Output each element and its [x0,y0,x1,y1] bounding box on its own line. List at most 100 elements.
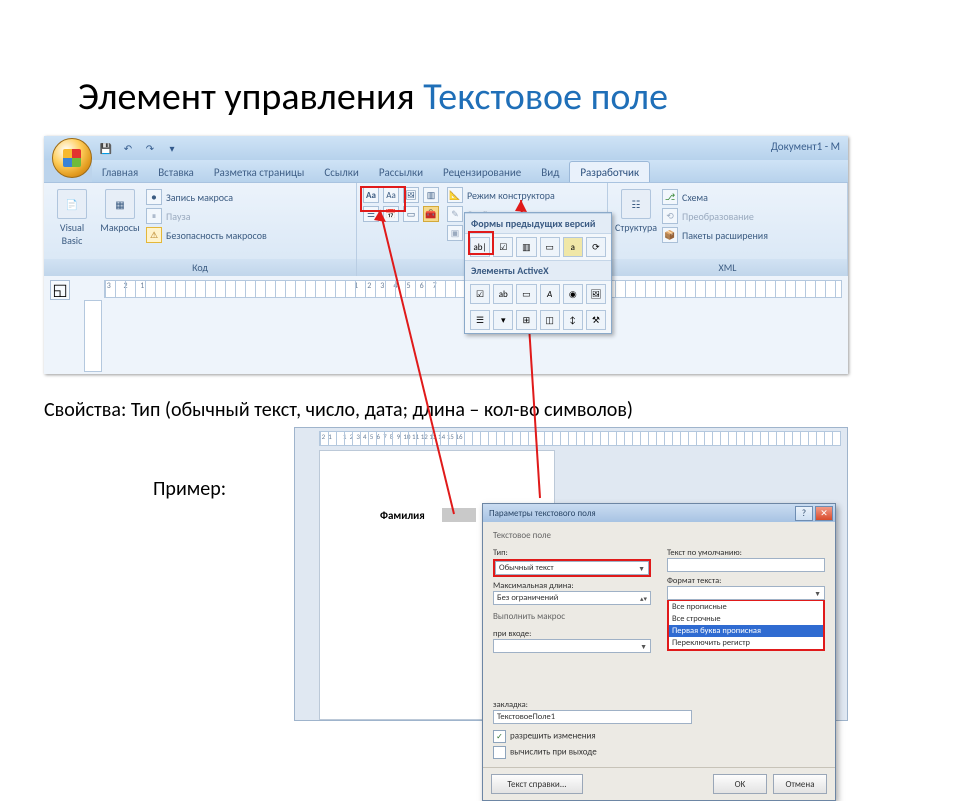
legacy-tools-dropdown: Формы предыдущих версий ab| ☑ ▥ ▭ a ⟳ Эл… [464,212,612,334]
calc-exit-checkbox[interactable]: вычислить при выходе [493,746,825,759]
activex-combo-icon[interactable]: ▾ [493,310,513,330]
bookmark-label: закладка: [493,700,825,710]
window-title: Документ1 - M [771,140,840,153]
activex-label-icon[interactable]: A [540,284,560,304]
format-option[interactable]: Все строчные [669,613,823,625]
bookmark-input[interactable]: ТекстовоеПоле1 [493,710,692,724]
combo-control-icon[interactable]: ▥ [423,187,439,203]
help-button[interactable]: ? [795,506,813,521]
text-field-options-dialog: Параметры текстового поля ? ✕ Текстовое … [482,503,836,801]
save-icon[interactable]: 💾 [96,138,116,158]
legacy-textbox-icon[interactable]: ab| [470,237,490,257]
activex-scroll-icon[interactable]: ↕ [563,310,583,330]
package-icon: 📦 [662,227,678,243]
close-button[interactable]: ✕ [815,506,833,521]
schema-button[interactable]: ⎇Схема [662,189,768,205]
office-button[interactable] [52,138,92,178]
tab-insert[interactable]: Вставка [148,162,204,182]
cancel-button[interactable]: Отмена [773,774,827,794]
legacy-tools-icon[interactable]: 🧰 [423,206,439,222]
properties-icon: ✎ [447,206,463,222]
activex-list-icon[interactable]: ☰ [470,310,490,330]
dropdown-control-icon[interactable]: ☰ [363,206,379,222]
redo-icon[interactable]: ↷ [140,138,160,158]
schema-icon: ⎇ [662,189,678,205]
block-control-icon[interactable]: ▭ [403,206,419,222]
vertical-ruler[interactable] [84,300,102,372]
document-area: ◱ 3 2 1 1 2 3 4 5 6 7 [44,276,848,374]
macro-security-button[interactable]: ⚠Безопасность макросов [146,227,267,243]
format-option-selected[interactable]: Первая буква прописная [669,625,823,637]
format-combo[interactable]: ▼ [667,586,825,600]
structure-button[interactable]: ☷ Структура [614,187,658,255]
activex-image-icon[interactable]: 🖼 [586,284,606,304]
type-combo[interactable]: Обычный текст▼ [495,561,649,575]
ribbon: 📄 Visual Basic ▦ Макросы ●Запись макроса… [44,182,848,278]
record-icon: ● [146,189,162,205]
legacy-forms-header: Формы предыдущих версий [465,213,611,234]
tab-home[interactable]: Главная [92,162,148,182]
rich-text-control-icon[interactable]: Aa [363,187,379,203]
view-selector-icon[interactable]: ◱ [50,280,70,300]
format-label: Формат текста: [667,576,825,586]
activex-more-icon[interactable]: ⚒ [586,310,606,330]
record-macro-button[interactable]: ●Запись макроса [146,189,267,205]
tab-refs[interactable]: Ссылки [314,162,369,182]
legacy-dropdown-icon[interactable]: ▥ [516,237,536,257]
activex-checkbox-icon[interactable]: ☑ [470,284,490,304]
format-combo-list[interactable]: Все прописные Все строчные Первая буква … [667,600,825,651]
group-label-xml: XML [608,259,847,277]
section-textfield: Текстовое поле [493,530,825,541]
activex-option-icon[interactable]: ◉ [563,284,583,304]
undo-icon[interactable]: ↶ [118,138,138,158]
properties-description: Свойства: Тип (обычный текст, число, дат… [44,398,633,422]
example-label: Пример: [153,477,226,501]
tab-mail[interactable]: Рассылки [369,162,433,182]
group-icon: ▣ [447,225,463,241]
dialog-titlebar[interactable]: Параметры текстового поля ? ✕ [483,504,835,522]
default-input[interactable] [667,558,825,572]
design-mode-button[interactable]: 📐Режим конструктора [447,187,555,203]
maxlen-label: Максимальная длина: [493,581,651,591]
tab-layout[interactable]: Разметка страницы [204,162,315,182]
pause-icon: ⏸ [146,208,162,224]
legacy-shading-icon[interactable]: a [563,237,583,257]
help-text-button[interactable]: Текст справки... [491,774,583,794]
example-ruler[interactable]: 2 1 1 2 3 4 5 6 7 8 9 10 11 12 13 14 15 … [319,431,841,446]
activex-toggle-icon[interactable]: ⊞ [516,310,536,330]
form-text-field[interactable] [442,508,476,522]
tab-developer[interactable]: Разработчик [569,161,650,182]
format-option[interactable]: Все прописные [669,601,823,613]
macros-button[interactable]: ▦ Макросы [98,187,142,255]
enter-macro-label: при входе: [493,629,651,639]
dialog-title-text: Параметры текстового поля [489,508,596,519]
enter-macro-combo[interactable]: ▼ [493,639,651,653]
activex-spin-icon[interactable]: ◫ [540,310,560,330]
transform-icon: ⟲ [662,208,678,224]
vb-icon: 📄 [57,189,87,219]
activex-button-icon[interactable]: ▭ [516,284,536,304]
ok-button[interactable]: OK [713,774,767,794]
tab-view[interactable]: Вид [531,162,569,182]
qat-customize-icon[interactable]: ▾ [162,138,182,158]
tab-review[interactable]: Рецензирование [433,162,531,182]
visual-basic-button[interactable]: 📄 Visual Basic [50,187,94,255]
legacy-frame-icon[interactable]: ▭ [540,237,560,257]
format-option[interactable]: Переключить регистр [669,637,823,649]
type-label: Тип: [493,548,651,558]
maxlen-input[interactable]: Без ограничений▴▾ [493,591,651,605]
plain-text-control-icon[interactable]: Aa [383,187,399,203]
date-control-icon[interactable]: 📅 [383,206,399,222]
legacy-checkbox-icon[interactable]: ☑ [493,237,513,257]
extension-packs-button[interactable]: 📦Пакеты расширения [662,227,768,243]
transform-button[interactable]: ⟲Преобразование [662,208,768,224]
group-label-code: Код [44,259,356,277]
picture-control-icon[interactable]: 🖼 [403,187,419,203]
slide-title: Элемент управления Текстовое поле [78,74,668,120]
activex-header: Элементы ActiveX [465,260,611,281]
word-window: 💾 ↶ ↷ ▾ Документ1 - M Главная Вставка Ра… [44,136,848,374]
activex-textbox-icon[interactable]: ab [493,284,513,304]
allow-edit-checkbox[interactable]: ✓разрешить изменения [493,730,825,743]
pause-macro-button: ⏸Пауза [146,208,267,224]
legacy-reset-icon[interactable]: ⟳ [586,237,606,257]
